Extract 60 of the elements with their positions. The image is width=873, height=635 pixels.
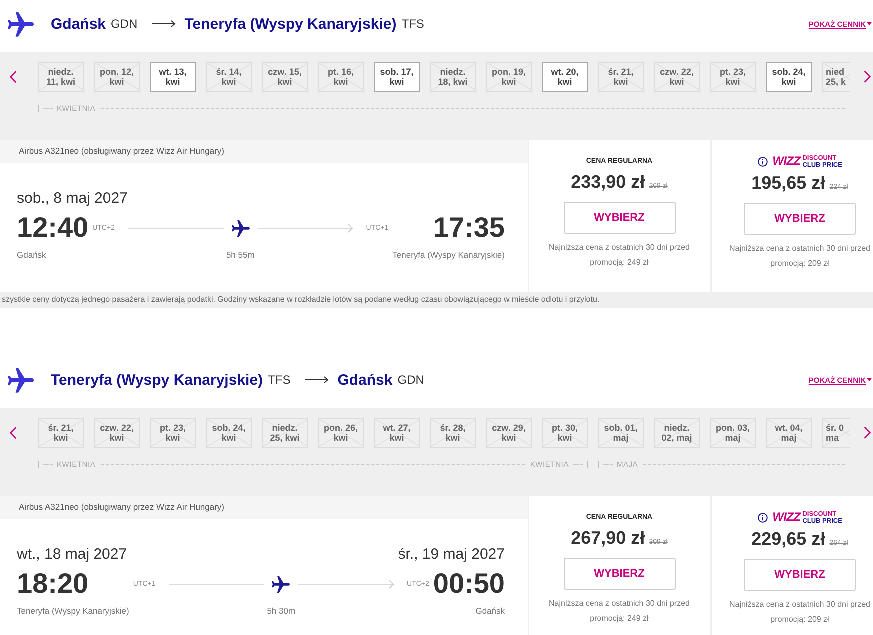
date-tile[interactable]: wt. 20, kwi xyxy=(542,62,588,92)
airplane-icon xyxy=(8,12,34,36)
airplane-icon xyxy=(8,368,34,392)
chevron-left-icon xyxy=(10,71,17,83)
price-note: Najniższa cena z ostatnich 30 dni przed promocją: 209 zł xyxy=(728,243,872,270)
departure-airport: Teneryfa (Wyspy Kanaryjskie) xyxy=(17,605,130,617)
aircraft-info: Airbus A321neo (obsługiwany przez Wizz Air Hungary) xyxy=(0,140,528,163)
destination-city: Gdańsk xyxy=(338,372,393,388)
arrival-time: 17:35 xyxy=(433,212,505,244)
arrow-icon xyxy=(304,376,329,384)
select-button[interactable]: WYBIERZ xyxy=(564,558,676,590)
date-tile[interactable]: sob. 17, kwi xyxy=(374,62,420,92)
destination-city: Teneryfa (Wyspy Kanaryjskie) xyxy=(184,16,397,32)
departure-date: sob., 8 maj 2027 xyxy=(17,189,128,209)
logo-text: WIZZ xyxy=(772,155,801,168)
previous-dates-button[interactable] xyxy=(10,427,17,439)
previous-dates-button[interactable] xyxy=(10,71,17,83)
price: 267,90 zł xyxy=(571,527,646,549)
departure-time: 12:40 xyxy=(17,212,89,244)
select-button[interactable]: WYBIERZ xyxy=(744,559,856,591)
aircraft-info: Airbus A321neo (obsługiwany przez Wizz Air Hungary) xyxy=(0,496,528,519)
departure-date: wt., 18 maj 2027 xyxy=(17,545,128,565)
arrow-icon xyxy=(152,20,176,28)
arrival-airport: Gdańsk xyxy=(476,605,505,617)
origin-city: Teneryfa (Wyspy Kanaryjskie) xyxy=(51,372,264,388)
select-button[interactable]: WYBIERZ xyxy=(564,202,676,234)
date-tile[interactable]: wt. 13, kwi xyxy=(150,62,196,92)
date-tile[interactable]: sob. 24, kwi xyxy=(766,62,812,92)
logo-text: WIZZ xyxy=(772,511,801,524)
arrival-time: 00:50 xyxy=(433,568,505,600)
footnote-text: szystkie ceny dotyczą jednego pasażera i zawierają podatki. Godziny wskazane w rozkładzie lotów są podane według czasu obowiązującego w mieście odlotu i przylotu. xyxy=(1,294,601,306)
departure-time: 18:20 xyxy=(17,568,90,600)
airplane-icon xyxy=(272,576,290,592)
arrival-airport: Teneryfa (Wyspy Kanaryjskie) xyxy=(392,249,505,261)
select-button[interactable]: WYBIERZ xyxy=(744,203,856,235)
price-note: Najniższa cena z ostatnich 30 dni przed promocją: 249 zł xyxy=(548,598,691,625)
next-dates-button[interactable] xyxy=(864,427,871,439)
price: 233,90 zł xyxy=(571,171,646,193)
price-note: Najniższa cena z ostatnich 30 dni przed promocją: 249 zł xyxy=(548,242,691,269)
departure-airport: Gdańsk xyxy=(17,249,48,261)
next-dates-button[interactable] xyxy=(864,71,871,83)
airport-code: GDN xyxy=(111,17,138,31)
chevron-right-icon xyxy=(864,71,871,83)
airport-code: TFS xyxy=(402,17,424,31)
chevron-right-icon xyxy=(864,427,871,439)
chevron-left-icon xyxy=(10,427,17,439)
airport-code: GDN xyxy=(398,373,424,387)
caret-down-icon xyxy=(867,22,872,26)
origin-city: Gdańsk xyxy=(51,16,106,32)
flight-duration: 5h 30m xyxy=(267,605,296,617)
info-icon[interactable] xyxy=(758,512,768,522)
airplane-icon xyxy=(232,220,250,236)
info-icon[interactable] xyxy=(758,156,768,166)
price: 195,65 zł xyxy=(752,172,826,194)
arrival-date: śr., 19 maj 2027 xyxy=(398,545,505,565)
price: 229,65 zł xyxy=(752,528,826,550)
caret-down-icon xyxy=(867,378,872,382)
price-note: Najniższa cena z ostatnich 30 dni przed promocją: 209 zł xyxy=(728,599,872,626)
airport-code: TFS xyxy=(268,373,291,387)
flight-duration: 5h 55m xyxy=(226,249,255,261)
